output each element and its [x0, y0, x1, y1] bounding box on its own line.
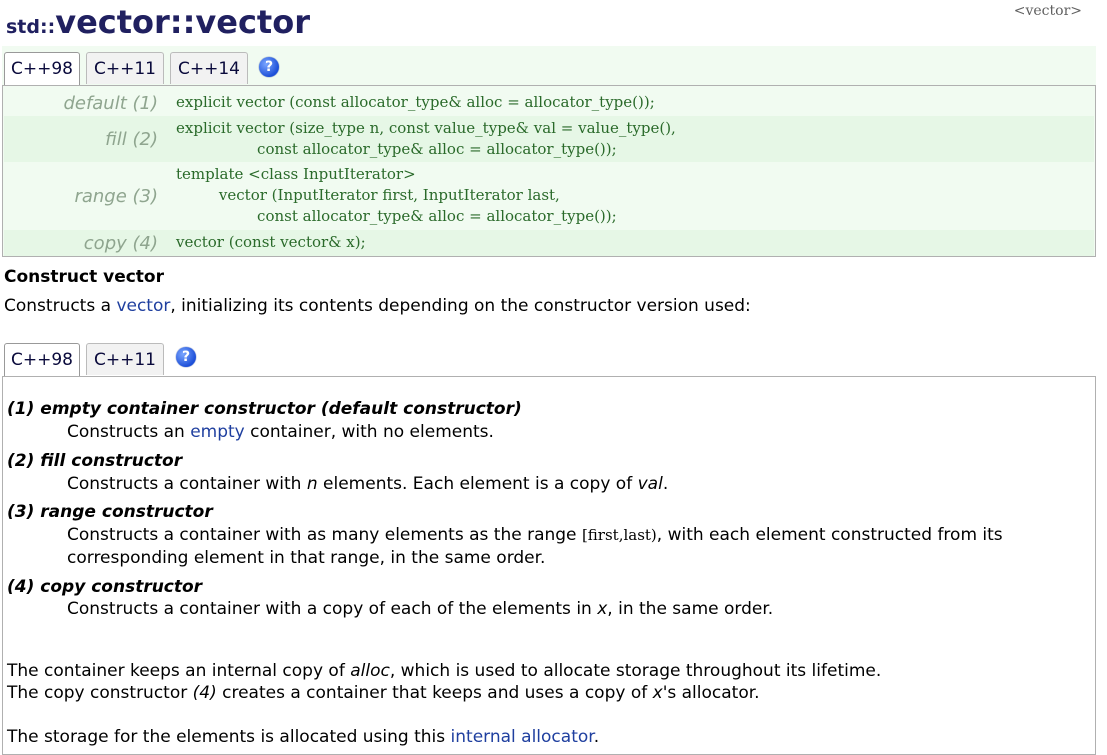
range-notation: [first,last)	[581, 526, 657, 544]
constructor-desc-range-cont: corresponding element in that range, in …	[67, 548, 546, 568]
allocator-note: The container keeps an internal copy of …	[7, 661, 881, 681]
section-title: Construct vector	[4, 267, 164, 287]
scope-separator: ::	[169, 3, 196, 41]
constructor-heading-range: (3) range constructor	[7, 502, 213, 522]
help-icon[interactable]: ?	[176, 347, 196, 367]
constructor-desc-empty: Constructs an empty container, with no e…	[67, 422, 494, 442]
tab-cpp11[interactable]: C++11	[86, 343, 164, 375]
tab-cpp11[interactable]: C++11	[86, 52, 164, 84]
prototype-row-range: range (3) template <class InputIterator>…	[4, 164, 1094, 228]
prototype-code: template <class InputIterator> vector (I…	[176, 165, 617, 225]
prototype-label: fill (2)	[105, 129, 158, 150]
constructor-heading-empty: (1) empty container constructor (default…	[7, 399, 522, 419]
param-x: x	[597, 599, 608, 619]
constructor-heading-copy: (4) copy constructor	[7, 577, 203, 597]
prototype-code: explicit vector (const allocator_type& a…	[176, 93, 655, 111]
prototype-table: default (1) explicit vector (const alloc…	[2, 85, 1096, 257]
constructor-desc-range: Constructs a container with as many elem…	[67, 525, 1003, 545]
title-bar: std::vector::vector <vector>	[2, 0, 1096, 49]
desc-text: Constructs a container with as many elem…	[67, 525, 582, 545]
tab-cpp98[interactable]: C++98	[4, 343, 80, 377]
desc-text: , in the same order.	[607, 599, 774, 619]
desc-text: Constructs an	[67, 422, 191, 442]
prototype-label: range (3)	[74, 186, 158, 207]
param-alloc: alloc	[350, 661, 390, 681]
constructor-desc-fill: Constructs a container with n elements. …	[67, 474, 668, 494]
internal-allocator-link[interactable]: internal allocator	[451, 727, 594, 747]
intro-text: , initializing its contents depending on…	[170, 296, 751, 316]
tab-cpp98[interactable]: C++98	[4, 52, 80, 86]
desc-text: The storage for the elements is allocate…	[7, 727, 451, 747]
class-name: vector	[55, 3, 170, 41]
constructor-desc-copy: Constructs a container with a copy of ea…	[67, 599, 773, 619]
prototype-label: copy (4)	[83, 233, 158, 254]
desc-text: , with each element constructed from its	[656, 525, 1003, 545]
header-file-link[interactable]: <vector>	[1014, 3, 1082, 19]
ref-number: (4)	[192, 683, 217, 703]
param-val: val	[637, 474, 663, 494]
constructor-heading-fill: (2) fill constructor	[7, 451, 183, 471]
description-panel: (1) empty container constructor (default…	[2, 376, 1096, 755]
desc-text: .	[593, 727, 600, 747]
prototype-code: vector (const vector& x);	[176, 233, 366, 251]
prototype-tab-strip	[2, 46, 1096, 86]
copy-allocator-note: The copy constructor (4) creates a conta…	[7, 683, 760, 703]
desc-text: .	[662, 474, 669, 494]
prototype-row-fill: fill (2) explicit vector (size_type n, c…	[4, 116, 1094, 162]
section-intro: Constructs a vector, initializing its co…	[4, 296, 751, 316]
desc-text: , which is used to allocate storage thro…	[389, 661, 882, 681]
desc-text: container, with no elements.	[244, 422, 494, 442]
desc-text: Constructs a container with a copy of ea…	[67, 599, 598, 619]
empty-link[interactable]: empty	[190, 422, 245, 442]
desc-text: Constructs a container with	[67, 474, 307, 494]
help-icon[interactable]: ?	[259, 57, 279, 77]
desc-text: The container keeps an internal copy of	[7, 661, 351, 681]
desc-text: 's allocator.	[662, 683, 760, 703]
tab-cpp14[interactable]: C++14	[170, 52, 248, 84]
param-n: n	[306, 474, 318, 494]
storage-note: The storage for the elements is allocate…	[7, 727, 599, 747]
namespace-label: std::	[6, 16, 56, 38]
vector-link[interactable]: vector	[116, 296, 170, 316]
page-title: std::vector::vector	[6, 3, 310, 41]
prototype-code: explicit vector (size_type n, const valu…	[176, 119, 676, 158]
function-name: vector	[195, 3, 310, 41]
desc-text: elements. Each element is a copy of	[317, 474, 638, 494]
prototype-label: default (1)	[63, 93, 158, 114]
desc-text: creates a container that keeps and uses …	[216, 683, 653, 703]
prototype-row-copy: copy (4) vector (const vector& x);	[4, 230, 1094, 256]
param-x: x	[652, 683, 663, 703]
desc-text: The copy constructor	[7, 683, 193, 703]
intro-text: Constructs a	[4, 296, 117, 316]
prototype-row-default: default (1) explicit vector (const alloc…	[4, 88, 1094, 114]
